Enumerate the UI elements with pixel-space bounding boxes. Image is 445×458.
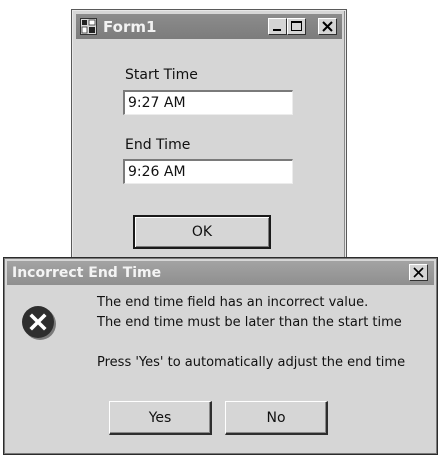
- message-line-1: The end time field has an incorrect valu…: [97, 295, 369, 310]
- no-button[interactable]: No: [225, 401, 328, 435]
- application-icon: [80, 18, 97, 35]
- dialog-title: Incorrect End Time: [12, 265, 162, 281]
- message-line-2: The end time must be later than the star…: [97, 315, 402, 330]
- start-time-label: Start Time: [125, 67, 198, 83]
- close-button[interactable]: [318, 18, 337, 35]
- form1-titlebar[interactable]: Form1: [76, 14, 342, 39]
- maximize-button[interactable]: [287, 18, 306, 35]
- ok-button[interactable]: OK: [133, 215, 271, 249]
- form1-title: Form1: [103, 18, 157, 36]
- end-time-field[interactable]: [123, 159, 293, 184]
- yes-button[interactable]: Yes: [109, 401, 212, 435]
- minimize-button[interactable]: [268, 18, 287, 35]
- dialog-titlebar[interactable]: Incorrect End Time: [7, 261, 434, 285]
- incorrect-end-time-dialog: Incorrect End Time The end time field ha…: [4, 258, 437, 454]
- error-icon: [21, 305, 57, 341]
- end-time-label: End Time: [125, 137, 191, 153]
- start-time-field[interactable]: [123, 90, 293, 115]
- dialog-close-button[interactable]: [409, 264, 428, 281]
- message-line-3: Press 'Yes' to automatically adjust the …: [97, 355, 406, 370]
